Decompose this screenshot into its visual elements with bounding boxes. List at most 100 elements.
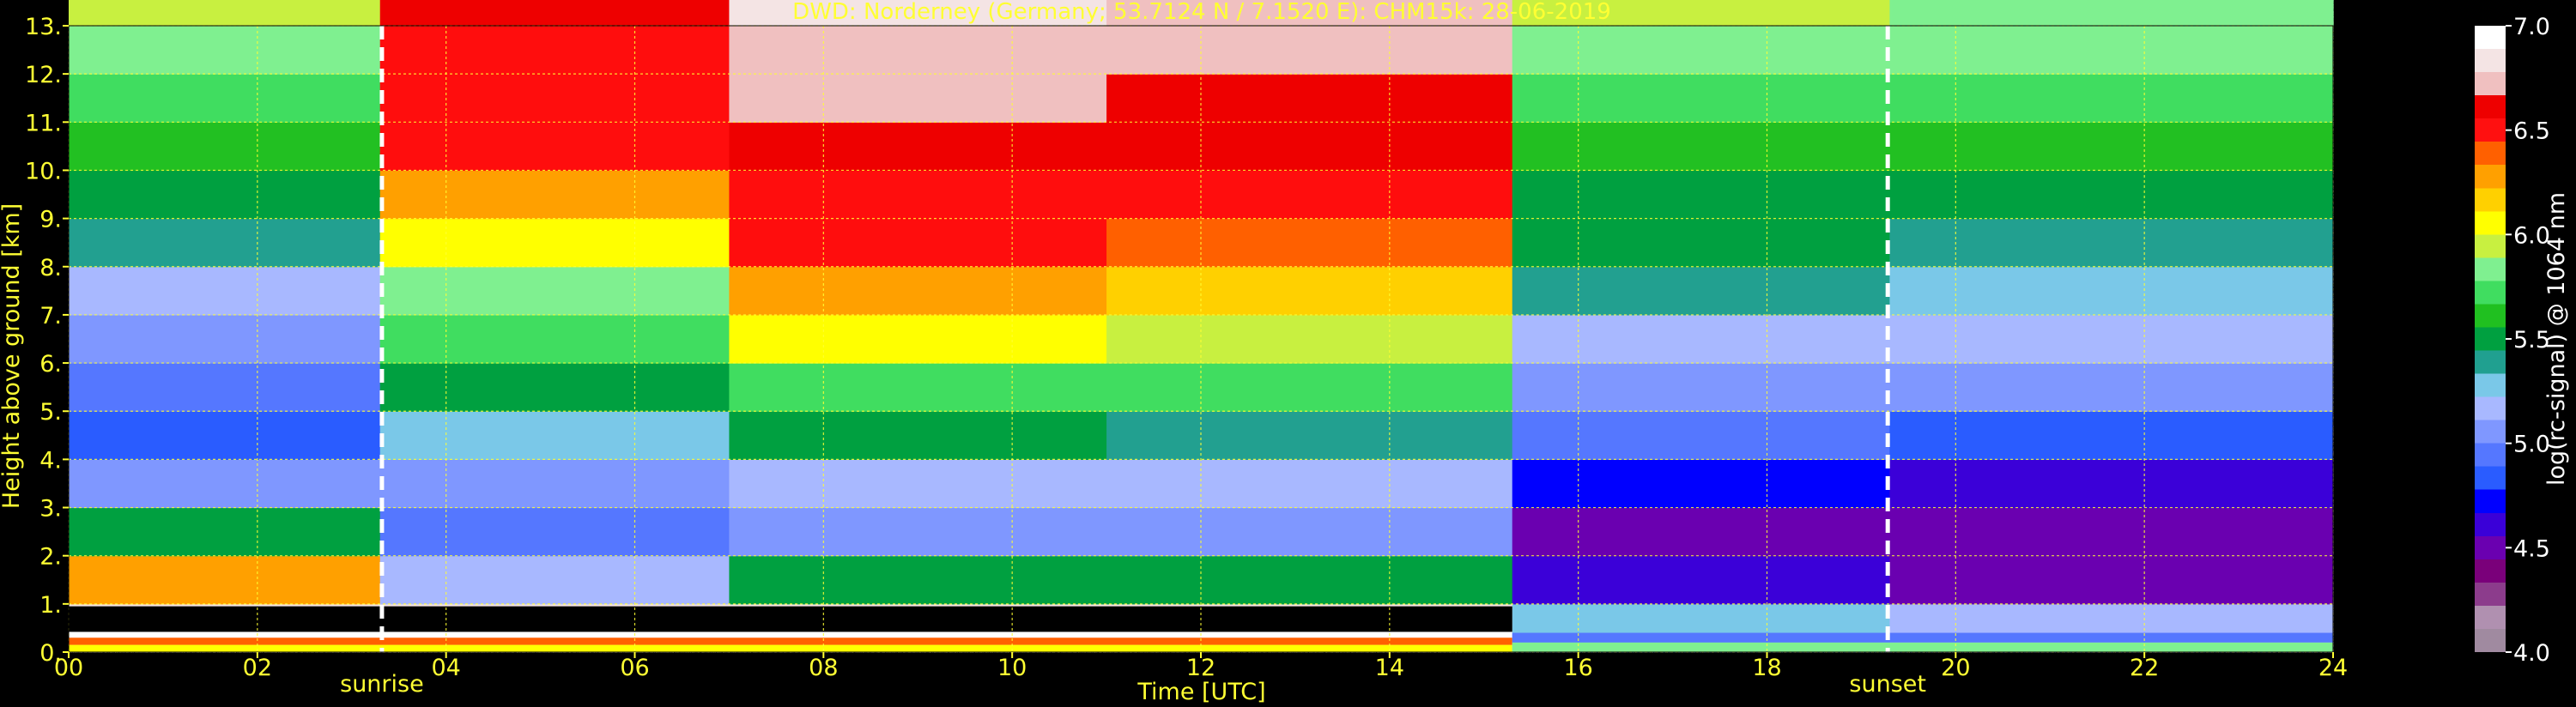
heat-cell — [729, 555, 1107, 605]
heat-cell — [379, 122, 730, 172]
heat-cell — [69, 26, 381, 75]
heat-cell — [1512, 74, 1890, 123]
y-tick-label: 0. — [39, 640, 62, 667]
heat-cell — [1512, 459, 1890, 509]
colorbar-label: log(rc-signal) @ 1064 nm — [2543, 192, 2570, 486]
heat-cell — [1512, 314, 1890, 364]
heat-cell — [1106, 555, 1513, 605]
heat-cell — [1889, 314, 2334, 364]
heat-cell — [729, 26, 1107, 75]
x-tick-label: 12 — [1186, 655, 1215, 681]
y-tick-label: 11. — [25, 110, 62, 136]
heat-cell — [1106, 363, 1513, 412]
x-tick-label: 20 — [1941, 655, 1970, 681]
heat-cell — [1512, 266, 1890, 316]
heat-cell — [1889, 266, 2334, 316]
heat-cell — [69, 411, 381, 460]
surface-layer-band — [69, 644, 1512, 652]
heat-cell — [379, 507, 730, 557]
heat-cell — [729, 314, 1107, 364]
sun-marker-label: sunset — [1849, 671, 1926, 698]
heat-cell — [1889, 122, 2334, 172]
heat-cell — [729, 74, 1107, 123]
heat-cell — [69, 122, 381, 172]
heat-cell — [1106, 26, 1513, 75]
heat-cell — [379, 74, 730, 123]
y-tick-label: 9. — [39, 207, 62, 233]
heat-cell — [379, 218, 730, 268]
x-axis-label: Time [UTC] — [1136, 679, 1265, 705]
heat-segment — [379, 0, 730, 653]
heat-cell — [729, 459, 1107, 509]
x-tick-label: 08 — [809, 655, 838, 681]
surface-layer-band — [69, 606, 1512, 632]
x-tick-label: 16 — [1563, 655, 1592, 681]
heat-cell — [1512, 26, 1890, 75]
heat-cell — [379, 363, 730, 412]
surface-layer-band — [69, 638, 1512, 645]
heat-cell — [1512, 555, 1890, 605]
heat-cell — [379, 411, 730, 460]
heat-cell — [379, 26, 730, 75]
heat-cell — [1889, 507, 2334, 557]
x-tick-label: 24 — [2318, 655, 2348, 681]
heat-cell — [1106, 411, 1513, 460]
surface-layer-band — [69, 631, 1512, 638]
y-tick-label: 13. — [25, 14, 62, 40]
heat-cell — [379, 555, 730, 605]
y-tick-label: 1. — [39, 592, 62, 619]
sun-marker-label: sunrise — [340, 671, 424, 698]
surface-layer-band — [1512, 632, 2333, 643]
heat-cell — [1106, 314, 1513, 364]
colorbar-tick-label: 7.0 — [2513, 14, 2550, 40]
heat-cell — [1106, 266, 1513, 316]
heat-cell — [729, 266, 1107, 316]
heat-cell — [1512, 411, 1890, 460]
heat-cell — [1889, 363, 2334, 412]
heat-cell — [1889, 170, 2334, 220]
heat-cell — [1889, 459, 2334, 509]
heat-cell — [69, 555, 381, 605]
heat-cell — [1106, 459, 1513, 509]
x-tick-label: 18 — [1752, 655, 1781, 681]
heat-segment — [69, 0, 381, 653]
heat-segment — [1512, 0, 1890, 653]
heat-cell — [379, 0, 730, 27]
colorbar-gradient — [2475, 26, 2506, 652]
heat-cell — [69, 266, 381, 316]
ceilometer-chart: sunrise sunset 00 02 04 06 08 10 12 14 16 18 20 22 24… — [0, 0, 2576, 707]
heat-cell — [1889, 218, 2334, 268]
heat-cell — [69, 314, 381, 364]
colorbar-tick-label: 4.0 — [2513, 640, 2550, 667]
y-tick-label: 5. — [39, 399, 62, 426]
heat-cell — [69, 363, 381, 412]
heat-cell — [69, 0, 381, 27]
heat-cell — [1512, 218, 1890, 268]
heat-cell — [379, 314, 730, 364]
y-tick-label: 4. — [39, 447, 62, 474]
y-tick-label: 12. — [25, 62, 62, 88]
heat-cell — [729, 363, 1107, 412]
y-tick-label: 8. — [39, 255, 62, 281]
heat-cell — [729, 170, 1107, 220]
y-tick-label: 6. — [39, 351, 62, 378]
heat-cell — [1106, 218, 1513, 268]
x-tick-label: 22 — [2130, 655, 2159, 681]
heat-cell — [1889, 26, 2334, 75]
heat-cell — [729, 122, 1107, 172]
heat-cell — [69, 218, 381, 268]
colorbar-tick-label: 4.5 — [2513, 535, 2550, 562]
heat-cell — [729, 507, 1107, 557]
heat-cell — [1512, 170, 1890, 220]
heat-cell — [69, 170, 381, 220]
heat-cell — [1889, 555, 2334, 605]
heat-segment — [1889, 0, 2334, 653]
heat-cell — [1106, 74, 1513, 123]
heat-cell — [1512, 122, 1890, 172]
heat-cell — [1889, 0, 2334, 27]
y-tick-label: 10. — [25, 158, 62, 184]
heat-cell — [69, 507, 381, 557]
heat-cell — [1106, 507, 1513, 557]
colorbar-tick-label: 6.5 — [2513, 118, 2550, 145]
heat-cell — [729, 411, 1107, 460]
